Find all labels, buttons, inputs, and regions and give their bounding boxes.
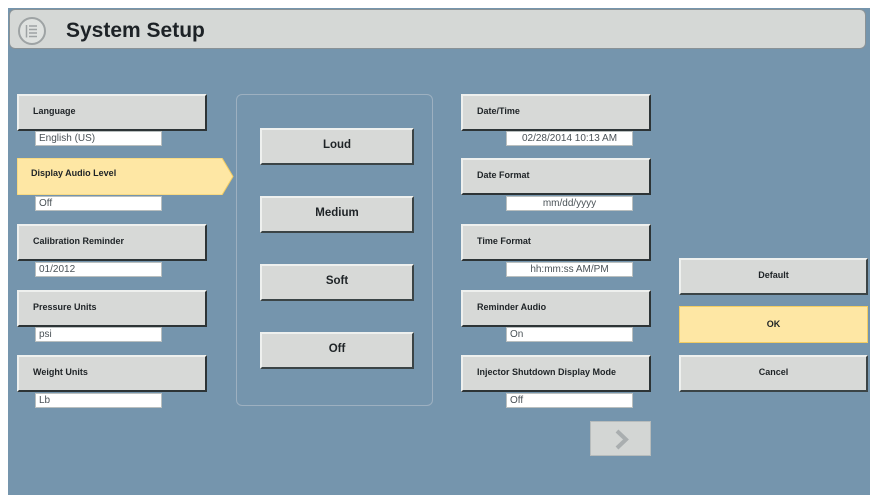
option-medium-button[interactable]: Medium	[260, 196, 414, 233]
cancel-button[interactable]: Cancel	[679, 355, 868, 392]
next-page-button[interactable]	[590, 421, 651, 456]
display-audio-level-button[interactable]: Display Audio Level	[17, 158, 207, 195]
pressure-units-button[interactable]: Pressure Units	[17, 290, 207, 327]
settings-list-icon	[18, 17, 46, 45]
option-off-button[interactable]: Off	[260, 332, 414, 369]
ok-button[interactable]: OK	[679, 306, 868, 343]
calibration-reminder-button[interactable]: Calibration Reminder	[17, 224, 207, 261]
page-title: System Setup	[66, 19, 205, 42]
time-format-value: hh:mm:ss AM/PM	[506, 262, 633, 277]
date-time-button[interactable]: Date/Time	[461, 94, 651, 131]
date-time-value: 02/28/2014 10:13 AM	[506, 131, 633, 146]
pressure-units-value: psi	[35, 327, 162, 342]
injector-shutdown-display-mode-button[interactable]: Injector Shutdown Display Mode	[461, 355, 651, 392]
reminder-audio-value: On	[506, 327, 633, 342]
display-audio-level-value: Off	[35, 196, 162, 211]
time-format-button[interactable]: Time Format	[461, 224, 651, 261]
weight-units-button[interactable]: Weight Units	[17, 355, 207, 392]
language-value: English (US)	[35, 131, 162, 146]
weight-units-value: Lb	[35, 393, 162, 408]
reminder-audio-button[interactable]: Reminder Audio	[461, 290, 651, 327]
calibration-reminder-value: 01/2012	[35, 262, 162, 277]
date-format-value: mm/dd/yyyy	[506, 196, 633, 211]
language-button[interactable]: Language	[17, 94, 207, 131]
option-soft-button[interactable]: Soft	[260, 264, 414, 301]
chevron-right-icon	[615, 429, 629, 450]
injector-shutdown-display-mode-value: Off	[506, 393, 633, 408]
option-loud-button[interactable]: Loud	[260, 128, 414, 165]
default-button[interactable]: Default	[679, 258, 868, 295]
date-format-button[interactable]: Date Format	[461, 158, 651, 195]
